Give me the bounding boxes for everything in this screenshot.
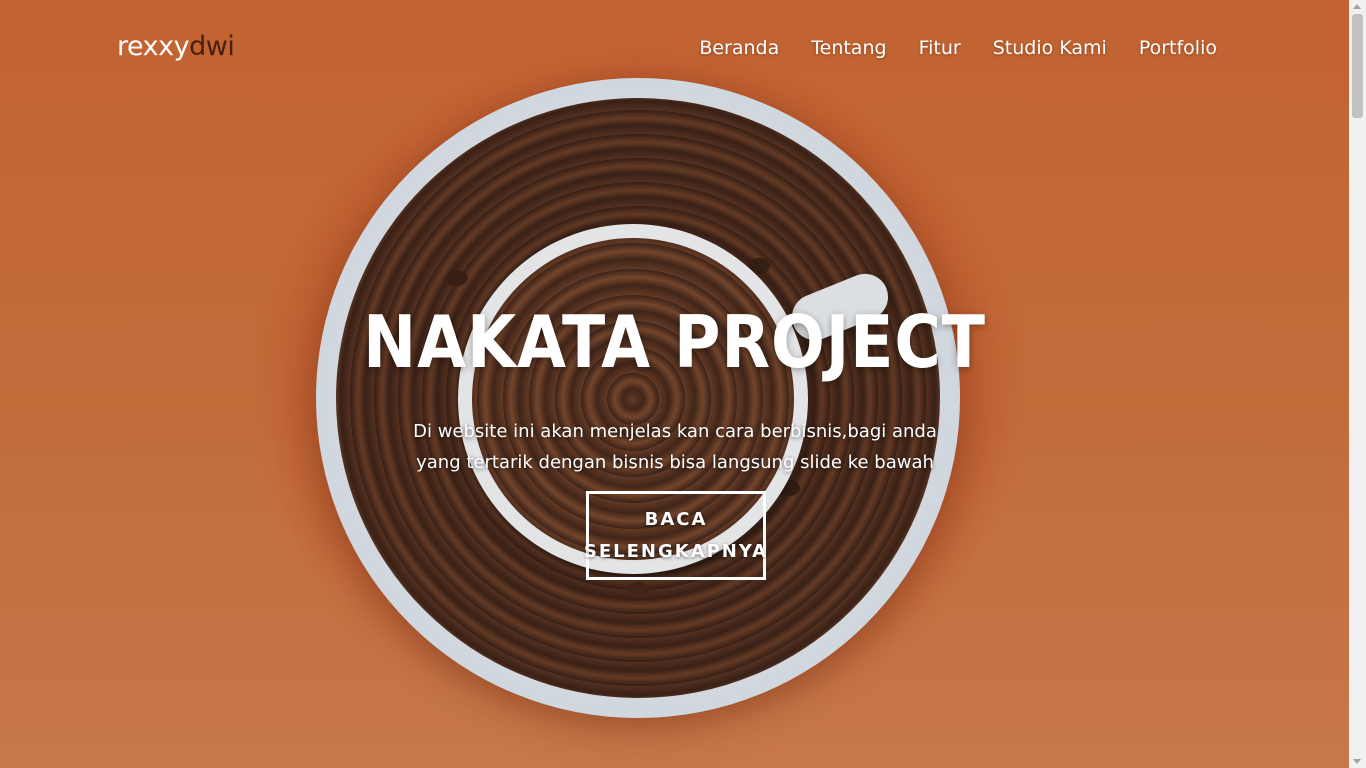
read-more-button-label: BACA SELENGKAPNYA: [584, 504, 768, 568]
read-more-button[interactable]: BACA SELENGKAPNYA: [584, 491, 768, 580]
page-scrollbar[interactable]: [1349, 0, 1366, 768]
brand-logo[interactable]: rexxydwi: [117, 31, 235, 62]
brand-part2: dwi: [189, 31, 235, 62]
main-nav: Beranda Tentang Fitur Studio Kami Portfo…: [699, 37, 1217, 59]
nav-item-fitur[interactable]: Fitur: [919, 37, 961, 59]
scroll-up-icon[interactable]: [1353, 4, 1361, 9]
hero-title: NAKATA PROJECT: [363, 300, 986, 384]
scroll-down-icon[interactable]: [1353, 759, 1361, 764]
nav-item-portfolio[interactable]: Portfolio: [1139, 37, 1217, 59]
background-overlay: [0, 0, 1349, 768]
hero-description: Di website ini akan menjelas kan cara be…: [413, 421, 937, 473]
read-more-line1: BACA: [644, 508, 708, 530]
hero-section: rexxydwi Beranda Tentang Fitur Studio Ka…: [0, 0, 1349, 768]
read-more-line2: SELENGKAPNYA: [583, 540, 769, 562]
nav-item-studio-kami[interactable]: Studio Kami: [993, 37, 1107, 59]
nav-item-tentang[interactable]: Tentang: [811, 37, 886, 59]
scroll-thumb[interactable]: [1352, 14, 1363, 118]
brand-part1: rexxy: [117, 31, 190, 62]
nav-item-beranda[interactable]: Beranda: [699, 37, 779, 59]
